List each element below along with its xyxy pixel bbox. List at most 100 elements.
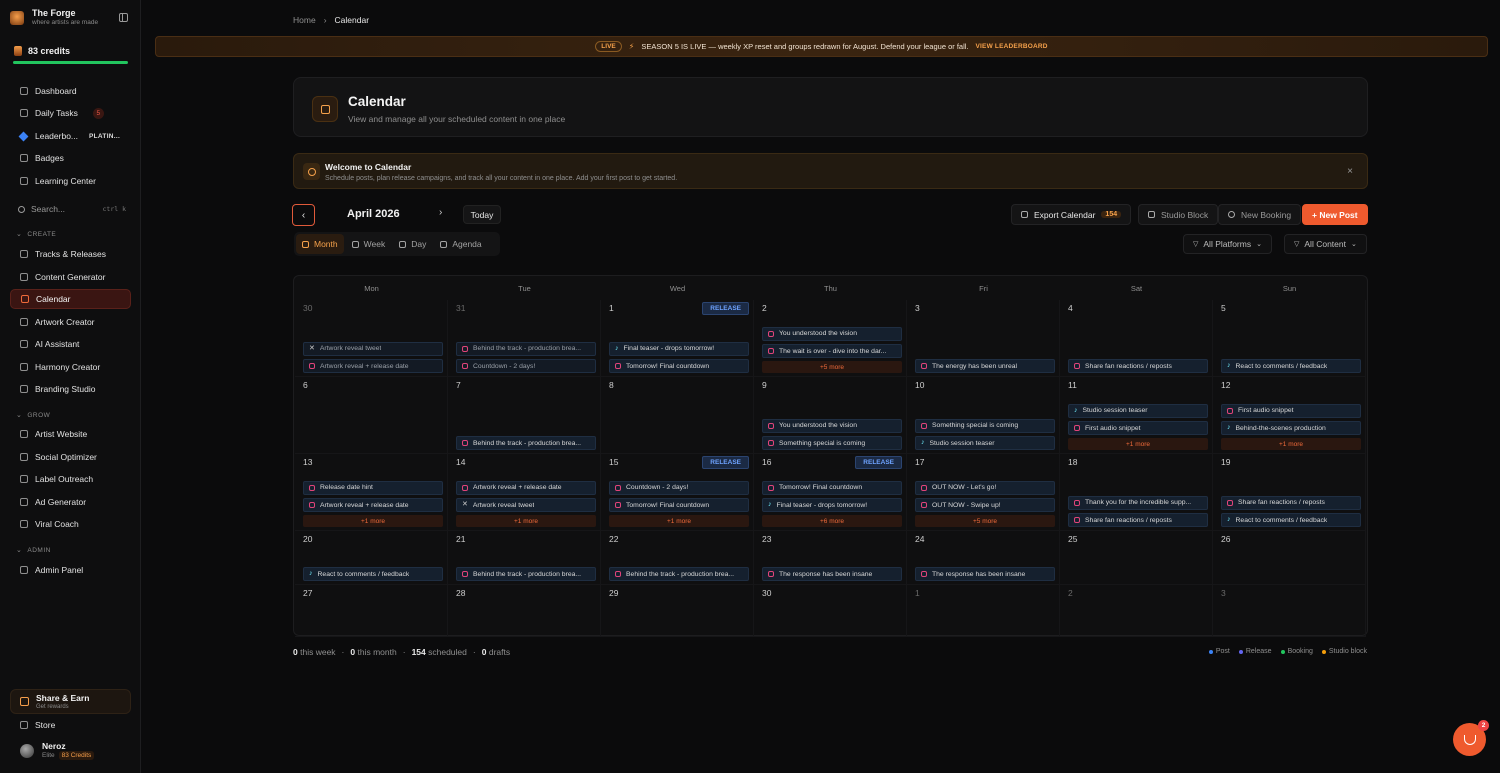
calendar-event[interactable]: Something special is coming (762, 436, 902, 450)
sidebar-item-branding-studio[interactable]: Branding Studio (10, 379, 131, 399)
calendar-event[interactable]: Tomorrow! Final countdown (609, 359, 749, 373)
day-cell[interactable]: 17 +5 more OUT NOW - Let's go! OUT NOW - Sw… (907, 454, 1060, 531)
sidebar-item-dashboard[interactable]: Dashboard (10, 81, 131, 101)
calendar-event[interactable]: OUT NOW - Swipe up! (915, 498, 1055, 512)
calendar-event[interactable]: ♪ Studio session teaser (915, 436, 1055, 450)
calendar-event[interactable]: Behind the track - production brea... (456, 436, 596, 450)
day-cell[interactable]: 14 +1 more Artwork reveal + release date ✕ A… (448, 454, 601, 531)
view-leaderboard-link[interactable]: VIEW LEADERBOARD (976, 43, 1048, 50)
view-tab-day[interactable]: Day (393, 234, 432, 254)
day-cell[interactable]: 23 The response has been insane (754, 531, 907, 585)
day-cell[interactable]: 11 +1 more ♪ Studio session teaser First aud… (1060, 377, 1213, 454)
more-events-link[interactable]: +5 more (915, 515, 1055, 527)
calendar-event[interactable]: Share fan reactions / reposts (1068, 359, 1208, 373)
sidebar-item-social-optimizer[interactable]: Social Optimizer (10, 447, 131, 467)
day-cell[interactable]: 8 (601, 377, 754, 454)
day-cell[interactable]: 31 Behind the track - production brea... C… (448, 300, 601, 377)
day-cell[interactable]: 27 (295, 585, 448, 637)
day-cell[interactable]: 2 (1060, 585, 1213, 637)
day-cell[interactable]: 2 +5 more You understood the vision The wai… (754, 300, 907, 377)
day-cell[interactable]: 1 (907, 585, 1060, 637)
day-cell[interactable]: 29 (601, 585, 754, 637)
calendar-event[interactable]: ✕ Artwork reveal tweet (456, 498, 596, 512)
day-cell[interactable]: 1 RELEASE ♪ Final teaser - drops tomorrow! T… (601, 300, 754, 377)
calendar-event[interactable]: Artwork reveal + release date (303, 498, 443, 512)
credits-display[interactable]: 83 credits (14, 46, 70, 56)
calendar-event[interactable]: Share fan reactions / reposts (1068, 513, 1208, 527)
calendar-event[interactable]: ♪ React to comments / feedback (1221, 359, 1361, 373)
calendar-event[interactable]: ♪ React to comments / feedback (1221, 513, 1361, 527)
calendar-event[interactable]: Tomorrow! Final countdown (762, 480, 902, 495)
sidebar-item-content-generator[interactable]: Content Generator (10, 267, 131, 287)
calendar-event[interactable]: Release date hint (303, 480, 443, 495)
calendar-event[interactable]: The response has been insane (915, 567, 1055, 581)
sidebar-item-tracks-releases[interactable]: Tracks & Releases (10, 244, 131, 264)
new-post-button[interactable]: + New Post (1302, 204, 1368, 225)
day-cell[interactable]: 7 Behind the track - production brea... (448, 377, 601, 454)
today-button[interactable]: Today (463, 205, 501, 224)
sidebar-collapse-icon[interactable] (119, 13, 128, 22)
sidebar-item-harmony-creator[interactable]: Harmony Creator (10, 357, 131, 377)
sidebar-search[interactable]: Search... ctrl k (18, 204, 126, 214)
more-events-link[interactable]: +1 more (1221, 438, 1361, 450)
view-tab-week[interactable]: Week (346, 234, 392, 254)
sidebar-item-artist-website[interactable]: Artist Website (10, 424, 131, 444)
day-cell[interactable]: 9 You understood the vision Something spec… (754, 377, 907, 454)
calendar-event[interactable]: Share fan reactions / reposts (1221, 495, 1361, 510)
day-cell[interactable]: 21 Behind the track - production brea... (448, 531, 601, 585)
sidebar-item-daily-tasks[interactable]: Daily Tasks 5 (10, 103, 131, 123)
calendar-event[interactable]: Artwork reveal + release date (456, 480, 596, 495)
day-cell[interactable]: 4 Share fan reactions / reposts (1060, 300, 1213, 377)
view-tab-agenda[interactable]: Agenda (434, 234, 487, 254)
day-cell[interactable]: 10 Something special is coming ♪ Studio ses… (907, 377, 1060, 454)
calendar-event[interactable]: Behind the track - production brea... (456, 567, 596, 581)
calendar-event[interactable]: First audio snippet (1068, 421, 1208, 435)
sidebar-item-calendar[interactable]: Calendar (10, 289, 131, 309)
day-cell[interactable]: 16 RELEASE +6 more Tomorrow! Final countdow… (754, 454, 907, 531)
next-month-button[interactable]: › (439, 207, 442, 218)
export-calendar-button[interactable]: Export Calendar 154 (1011, 204, 1132, 225)
sidebar-item-store[interactable]: Store (10, 715, 131, 735)
calendar-event[interactable]: Countdown - 2 days! (609, 480, 749, 495)
calendar-event[interactable]: ♪ Studio session teaser (1068, 403, 1208, 418)
calendar-event[interactable]: ✕ Artwork reveal tweet (303, 341, 443, 356)
day-cell[interactable]: 19 Share fan reactions / reposts ♪ React to… (1213, 454, 1366, 531)
calendar-event[interactable]: Tomorrow! Final countdown (609, 498, 749, 512)
sidebar-item-learning-center[interactable]: Learning Center (10, 171, 131, 191)
sidebar-item-leaderbo[interactable]: Leaderbo... PLATIN... (10, 126, 131, 146)
release-tag[interactable]: RELEASE (855, 456, 902, 469)
more-events-link[interactable]: +6 more (762, 515, 902, 527)
sidebar-item-badges[interactable]: Badges (10, 148, 131, 168)
calendar-event[interactable]: You understood the vision (762, 326, 902, 341)
calendar-event[interactable]: First audio snippet (1221, 403, 1361, 418)
day-cell[interactable]: 28 (448, 585, 601, 637)
day-cell[interactable]: 18 Thank you for the incredible supp... Sh… (1060, 454, 1213, 531)
new-booking-button[interactable]: New Booking (1218, 204, 1302, 225)
more-events-link[interactable]: +1 more (456, 515, 596, 527)
calendar-event[interactable]: You understood the vision (762, 418, 902, 433)
calendar-event[interactable]: The wait is over - dive into the dar... (762, 344, 902, 358)
sidebar-item-ad-generator[interactable]: Ad Generator (10, 492, 131, 512)
brand[interactable]: The Forge where artists are made (10, 8, 98, 27)
more-events-link[interactable]: +1 more (609, 515, 749, 527)
sidebar-item-artwork-creator[interactable]: Artwork Creator (10, 312, 131, 332)
day-cell[interactable]: 26 (1213, 531, 1366, 585)
day-cell[interactable]: 22 Behind the track - production brea... (601, 531, 754, 585)
day-cell[interactable]: 15 RELEASE +1 more Countdown - 2 days! Tomor… (601, 454, 754, 531)
sidebar-item-admin-panel[interactable]: Admin Panel (10, 560, 131, 580)
section-grow[interactable]: ⌄ GROW (16, 411, 50, 420)
breadcrumb-home[interactable]: Home (293, 15, 316, 25)
section-create[interactable]: ⌄ CREATE (16, 230, 56, 239)
day-cell[interactable]: 3 (1213, 585, 1366, 637)
calendar-event[interactable]: Thank you for the incredible supp... (1068, 495, 1208, 510)
calendar-event[interactable]: OUT NOW - Let's go! (915, 480, 1055, 495)
calendar-event[interactable]: ♪ Final teaser - drops tomorrow! (609, 341, 749, 356)
day-cell[interactable]: 5 ♪ React to comments / feedback (1213, 300, 1366, 377)
more-events-link[interactable]: +1 more (303, 515, 443, 527)
calendar-event[interactable]: Behind the track - production brea... (609, 567, 749, 581)
day-cell[interactable]: 6 (295, 377, 448, 454)
calendar-event[interactable]: Behind the track - production brea... (456, 341, 596, 356)
calendar-event[interactable]: Countdown - 2 days! (456, 359, 596, 373)
release-tag[interactable]: RELEASE (702, 302, 749, 315)
calendar-event[interactable]: Artwork reveal + release date (303, 359, 443, 373)
